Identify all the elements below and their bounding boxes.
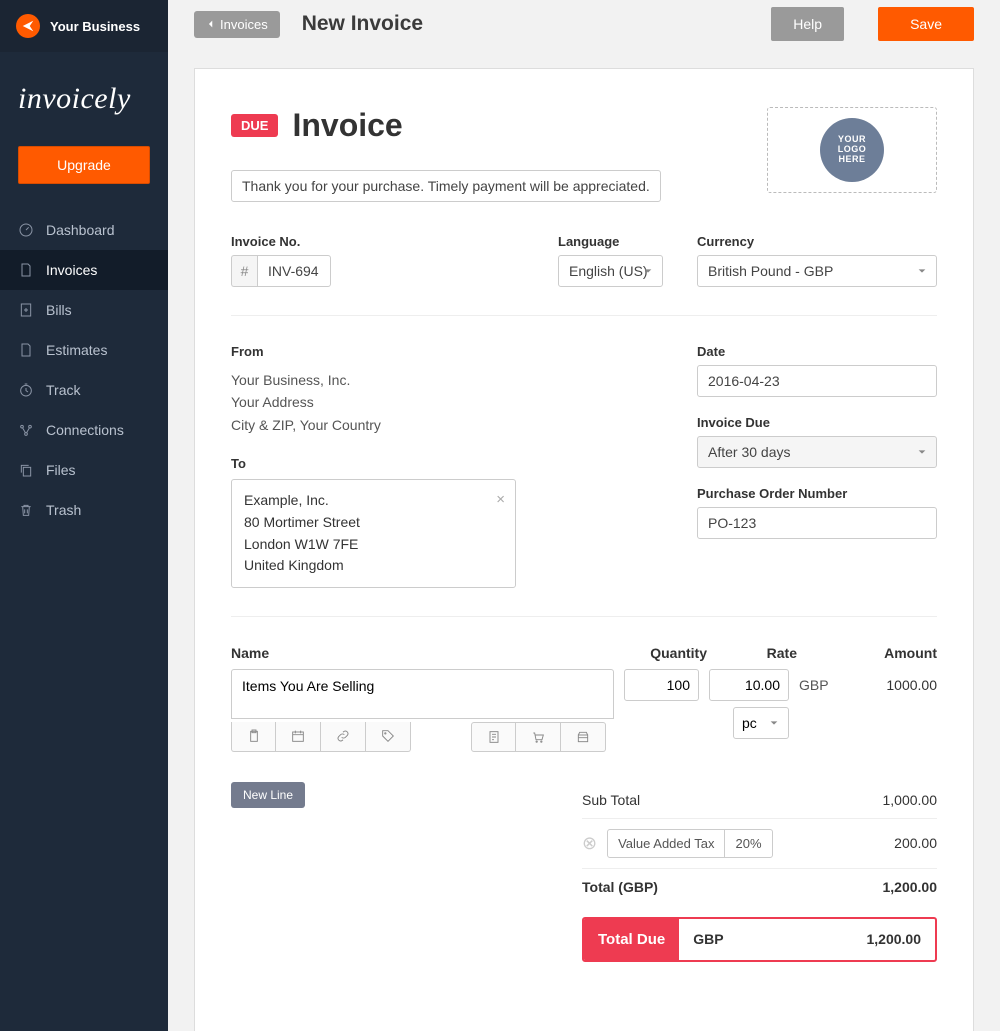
- col-amount-header: Amount: [807, 645, 937, 661]
- nodes-icon: [18, 422, 34, 438]
- document-icon: [18, 262, 34, 278]
- invoice-no-label: Invoice No.: [231, 234, 331, 249]
- new-line-button[interactable]: New Line: [231, 782, 305, 808]
- remove-client-icon[interactable]: ×: [496, 488, 505, 511]
- col-name-header: Name: [231, 645, 637, 661]
- from-address: Your Business, Inc. Your Address City & …: [231, 369, 516, 436]
- hash-icon: #: [231, 255, 257, 287]
- sidebar-item-label: Invoices: [46, 262, 97, 278]
- col-rate-header: Rate: [717, 645, 807, 661]
- upgrade-button[interactable]: Upgrade: [18, 146, 150, 184]
- unit-select[interactable]: [733, 707, 789, 739]
- sidebar-item-trash[interactable]: Trash: [0, 490, 168, 530]
- help-button[interactable]: Help: [771, 7, 844, 41]
- from-label: From: [231, 344, 516, 359]
- clock-icon: [18, 382, 34, 398]
- invoice-due-label: Invoice Due: [697, 415, 937, 430]
- line-qty-input[interactable]: [624, 669, 699, 701]
- total-due-label: Total Due: [584, 919, 679, 960]
- tag-icon[interactable]: [366, 722, 411, 752]
- app-logo: invoicely: [0, 52, 168, 136]
- box-icon[interactable]: [561, 722, 606, 752]
- language-label: Language: [558, 234, 663, 249]
- sidebar-item-dashboard[interactable]: Dashboard: [0, 210, 168, 250]
- sidebar-item-label: Connections: [46, 422, 124, 438]
- line-currency: GBP: [799, 669, 847, 752]
- total-value: 1,200.00: [883, 879, 938, 895]
- to-client-box[interactable]: × Example, Inc. 80 Mortimer Street Londo…: [231, 479, 516, 588]
- tax-amount: 200.00: [894, 835, 937, 851]
- po-input[interactable]: [697, 507, 937, 539]
- tax-percent: 20%: [725, 830, 771, 857]
- logo-upload-area[interactable]: YOUR LOGO HERE: [767, 107, 937, 193]
- language-select[interactable]: [558, 255, 663, 287]
- sidebar-item-bills[interactable]: Bills: [0, 290, 168, 330]
- status-badge: DUE: [231, 114, 278, 137]
- clipboard-icon[interactable]: [231, 722, 276, 752]
- copy-icon: [18, 462, 34, 478]
- sidebar-item-track[interactable]: Track: [0, 370, 168, 410]
- save-button[interactable]: Save: [878, 7, 974, 41]
- sidebar-item-label: Bills: [46, 302, 72, 318]
- sidebar-item-invoices[interactable]: Invoices: [0, 250, 168, 290]
- line-rate-input[interactable]: [709, 669, 789, 701]
- line-item-row: Items You Are Selling: [231, 669, 937, 752]
- sidebar-item-files[interactable]: Files: [0, 450, 168, 490]
- invoice-due-select[interactable]: [697, 436, 937, 468]
- sidebar-item-label: Trash: [46, 502, 81, 518]
- trash-icon: [18, 502, 34, 518]
- sidebar-item-estimates[interactable]: Estimates: [0, 330, 168, 370]
- line-amount: 1000.00: [857, 669, 937, 752]
- total-due-row: Total Due GBP 1,200.00: [582, 917, 937, 962]
- receipt-icon[interactable]: [471, 722, 516, 752]
- sidebar-item-label: Files: [46, 462, 76, 478]
- tax-name: Value Added Tax: [608, 830, 725, 857]
- page-icon: [18, 342, 34, 358]
- to-label: To: [231, 456, 516, 471]
- invoice-card: DUE Invoice YOUR LOGO HERE: [194, 68, 974, 1031]
- col-qty-header: Quantity: [637, 645, 717, 661]
- sidebar-item-label: Estimates: [46, 342, 107, 358]
- logo-placeholder-icon: YOUR LOGO HERE: [820, 118, 884, 182]
- gauge-icon: [18, 222, 34, 238]
- calendar-icon[interactable]: [276, 722, 321, 752]
- page-title: New Invoice: [302, 12, 750, 36]
- currency-label: Currency: [697, 234, 937, 249]
- total-due-value: 1,200.00: [853, 919, 936, 960]
- cart-icon[interactable]: [516, 722, 561, 752]
- invoice-note-input[interactable]: [231, 170, 661, 202]
- invoice-heading: Invoice: [292, 107, 402, 144]
- date-label: Date: [697, 344, 937, 359]
- sidebar-item-label: Dashboard: [46, 222, 115, 238]
- remove-tax-icon[interactable]: ⊗: [582, 834, 597, 852]
- totals-block: Sub Total 1,000.00 ⊗ Value Added Tax 20%…: [582, 782, 937, 962]
- sidebar-item-label: Track: [46, 382, 80, 398]
- back-label: Invoices: [220, 17, 268, 32]
- invoice-no-input[interactable]: [257, 255, 331, 287]
- business-icon: [16, 14, 40, 38]
- total-label: Total (GBP): [582, 879, 883, 895]
- date-input[interactable]: [697, 365, 937, 397]
- sidebar: Your Business invoicely Upgrade Dashboar…: [0, 0, 168, 1031]
- chevron-left-icon: [206, 19, 216, 29]
- plus-document-icon: [18, 302, 34, 318]
- currency-select[interactable]: [697, 255, 937, 287]
- link-icon[interactable]: [321, 722, 366, 752]
- business-switcher[interactable]: Your Business: [0, 0, 168, 52]
- po-label: Purchase Order Number: [697, 486, 937, 501]
- business-name: Your Business: [50, 19, 140, 34]
- topbar: Invoices New Invoice Help Save: [168, 0, 1000, 48]
- total-due-currency: GBP: [679, 919, 737, 960]
- subtotal-value: 1,000.00: [883, 792, 938, 808]
- tax-box[interactable]: Value Added Tax 20%: [607, 829, 772, 858]
- subtotal-label: Sub Total: [582, 792, 883, 808]
- back-invoices-button[interactable]: Invoices: [194, 11, 280, 38]
- sidebar-item-connections[interactable]: Connections: [0, 410, 168, 450]
- line-name-input[interactable]: Items You Are Selling: [231, 669, 614, 719]
